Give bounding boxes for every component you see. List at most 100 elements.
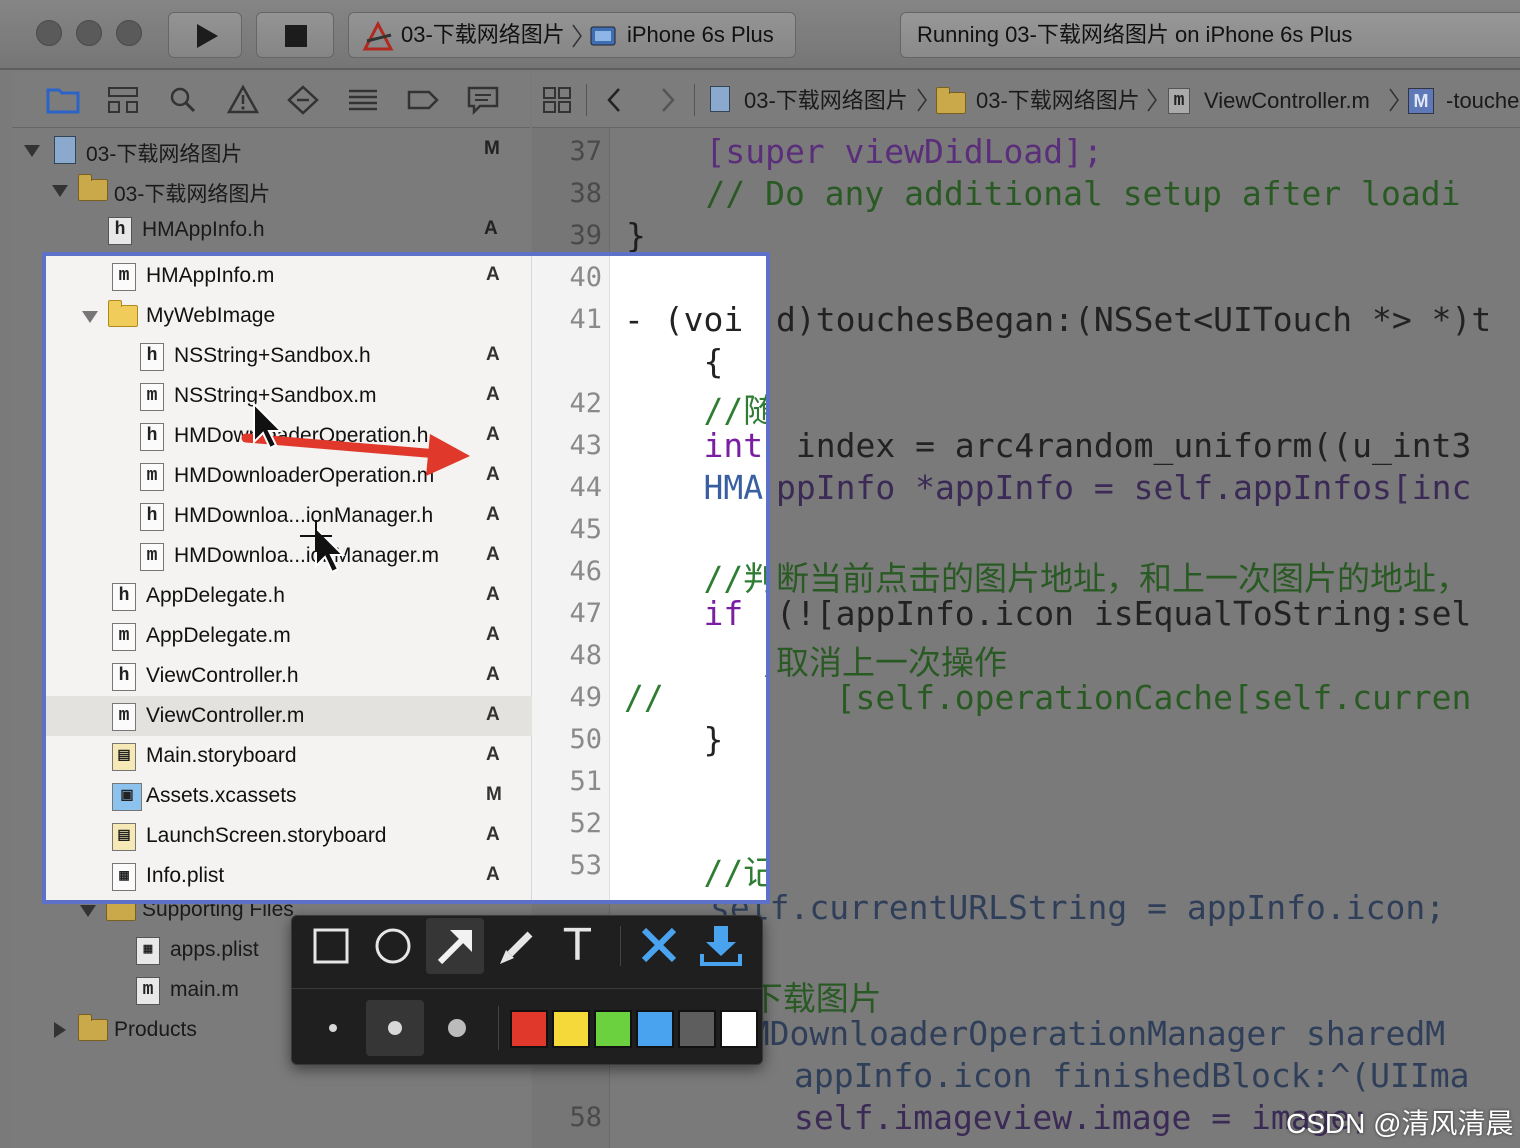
minimize-window-button[interactable] bbox=[76, 20, 102, 46]
code-line: d)touchesBegan:(NSSet<UITouch *> *)t bbox=[776, 300, 1492, 339]
window-toolbar: 03-下载网络图片 iPhone 6s Plus Running 03-下载网络… bbox=[0, 0, 1520, 70]
disclosure-triangle-icon[interactable] bbox=[52, 185, 68, 197]
breakpoint-navigator-icon[interactable] bbox=[406, 84, 440, 116]
stop-icon bbox=[285, 25, 307, 47]
rectangle-tool-button[interactable] bbox=[302, 918, 360, 974]
arrow-icon bbox=[437, 930, 472, 965]
color-swatch-6[interactable] bbox=[720, 1010, 758, 1048]
text-tool-button[interactable]: T bbox=[550, 918, 608, 974]
scheme-name: 03-下载网络图片 bbox=[401, 22, 565, 47]
run-button[interactable] bbox=[168, 12, 242, 58]
arrow-tool-button[interactable] bbox=[426, 918, 484, 974]
mouse-cursor-icon bbox=[315, 525, 346, 574]
project-file-icon bbox=[710, 86, 730, 112]
back-arrow-icon[interactable] bbox=[604, 86, 624, 114]
implementation-file-icon: m bbox=[1168, 88, 1190, 114]
disclosure-triangle-icon[interactable] bbox=[80, 905, 96, 917]
activity-status: Running 03-下载网络图片 on iPhone 6s Plus bbox=[900, 12, 1520, 58]
annotation-toolbar: T bbox=[291, 915, 763, 1065]
code-line: appInfo.icon finishedBlock:^(UIIma bbox=[794, 1056, 1470, 1095]
red-annotation-arrow bbox=[241, 433, 470, 476]
close-window-button[interactable] bbox=[36, 20, 62, 46]
play-icon bbox=[197, 24, 218, 48]
jump-bar: 03-下载网络图片 03-下载网络图片 m ViewController.m M… bbox=[532, 72, 1520, 128]
small-dot-icon bbox=[329, 1024, 337, 1032]
chevron-right-icon bbox=[1147, 88, 1157, 112]
code-line: [super viewDidLoad]; bbox=[626, 132, 1103, 171]
method-symbol-icon: M bbox=[1408, 88, 1434, 114]
plist-file-icon: ▦ bbox=[136, 937, 160, 965]
close-icon bbox=[641, 927, 677, 963]
code-line: 断当前点击的图片地址，和上一次图片的地址， bbox=[776, 559, 1469, 598]
code-line: [HMDownloaderOperationManager sharedM bbox=[710, 1014, 1446, 1053]
warning-icon[interactable] bbox=[226, 84, 260, 116]
watermark: CSDN @清风清晨 bbox=[1286, 1108, 1514, 1139]
file-name: main.m bbox=[170, 978, 239, 1001]
related-items-icon[interactable] bbox=[542, 86, 572, 114]
color-swatch-2[interactable] bbox=[552, 1010, 590, 1048]
xcode-app-icon bbox=[362, 21, 394, 51]
folder-icon bbox=[936, 87, 966, 114]
disclosure-triangle-icon[interactable] bbox=[54, 1022, 66, 1038]
code-line: self.currentURLString = appInfo.icon; bbox=[710, 888, 1446, 927]
save-button[interactable] bbox=[692, 918, 750, 974]
cancel-button[interactable] bbox=[630, 918, 688, 974]
brush-icon bbox=[500, 931, 533, 964]
screenshot-selection-area[interactable]: m HMAppInfo.m A MyWebImage h NSString+Sandbox… bbox=[42, 252, 770, 904]
file-name: apps.plist bbox=[170, 938, 259, 961]
chevron-right-icon bbox=[1389, 88, 1399, 112]
line-number: 58 bbox=[569, 1102, 602, 1133]
group-name: Products bbox=[114, 1018, 197, 1041]
code-line: } bbox=[626, 216, 646, 255]
symbol-navigator-icon[interactable] bbox=[106, 84, 140, 116]
simulator-icon bbox=[590, 26, 616, 46]
code-line: index = arc4random_uniform((u_int3 bbox=[776, 426, 1472, 465]
brush-tool-button[interactable] bbox=[488, 918, 546, 974]
project-row[interactable]: 03-下载网络图片 M bbox=[12, 130, 530, 170]
source-control-badge: M bbox=[484, 138, 500, 159]
zoom-window-button[interactable] bbox=[116, 20, 142, 46]
debug-navigator-icon[interactable] bbox=[346, 84, 380, 116]
chevron-right-icon bbox=[572, 24, 582, 48]
file-row[interactable]: h HMAppInfo.h A bbox=[12, 210, 530, 250]
download-icon bbox=[700, 926, 742, 966]
report-navigator-icon[interactable] bbox=[466, 84, 500, 116]
annotation-layer bbox=[241, 401, 470, 574]
file-name: HMAppInfo.h bbox=[142, 218, 265, 241]
code-line: self.imageview.image = image; bbox=[794, 1098, 1371, 1137]
code-line: 取消上一次操作 bbox=[776, 643, 1007, 682]
project-file-icon bbox=[54, 136, 76, 164]
navigator-selector-bar bbox=[12, 72, 530, 128]
line-number: 38 bbox=[569, 178, 602, 209]
disclosure-triangle-icon[interactable] bbox=[24, 145, 40, 157]
color-swatch-4[interactable] bbox=[636, 1010, 674, 1048]
ellipse-tool-button[interactable] bbox=[364, 918, 422, 974]
folder-icon bbox=[78, 1014, 108, 1041]
code-line: // Do any additional setup after loadi bbox=[626, 174, 1461, 213]
stroke-size-small[interactable] bbox=[304, 1000, 362, 1056]
group-name: 03-下载网络图片 bbox=[114, 183, 271, 206]
rectangle-icon bbox=[313, 928, 349, 964]
header-file-icon: h bbox=[108, 217, 132, 245]
color-swatch-3[interactable] bbox=[594, 1010, 632, 1048]
line-number: 39 bbox=[569, 220, 602, 251]
circle-icon bbox=[375, 928, 411, 964]
test-navigator-icon[interactable] bbox=[286, 84, 320, 116]
project-navigator-icon[interactable] bbox=[46, 84, 80, 116]
search-icon[interactable] bbox=[166, 84, 200, 116]
scheme-selector[interactable]: 03-下载网络图片 iPhone 6s Plus bbox=[348, 12, 796, 58]
large-dot-icon bbox=[448, 1019, 466, 1037]
source-control-badge: A bbox=[484, 218, 498, 239]
color-swatch-1[interactable] bbox=[510, 1010, 548, 1048]
stroke-size-medium[interactable] bbox=[366, 1000, 424, 1056]
code-line: ppInfo *appInfo = self.appInfos[inc bbox=[776, 468, 1472, 507]
implementation-file-icon: m bbox=[136, 977, 160, 1005]
stop-button[interactable] bbox=[256, 12, 334, 58]
folder-icon bbox=[78, 174, 108, 201]
stroke-size-large[interactable] bbox=[428, 1000, 486, 1056]
group-row[interactable]: 03-下载网络图片 bbox=[12, 170, 530, 210]
code-line: [self.operationCache[self.curren bbox=[776, 678, 1472, 717]
color-swatch-5[interactable] bbox=[678, 1010, 716, 1048]
forward-arrow-icon[interactable] bbox=[658, 86, 678, 114]
text-tool-icon: T bbox=[564, 920, 591, 971]
